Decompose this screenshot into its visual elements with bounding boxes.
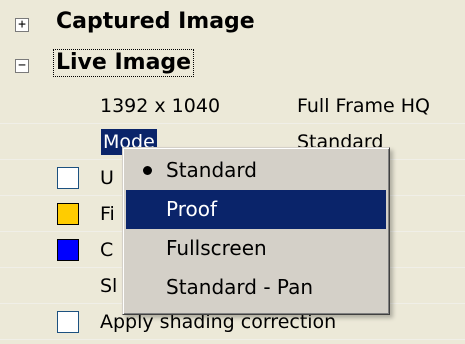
radio-bullet-icon: [143, 166, 152, 175]
menu-item-label: Standard: [166, 158, 257, 182]
mode-popup-menu: Standard Proof Fullscreen Standard - Pan: [122, 147, 390, 315]
menu-item-label: Fullscreen: [166, 236, 267, 260]
menu-item-label: Proof: [166, 197, 218, 221]
menu-item-label: Standard - Pan: [166, 275, 314, 299]
property-row-resolution[interactable]: 1392 x 1040 Full Frame HQ: [0, 88, 465, 124]
menu-item-standard[interactable]: Standard: [126, 151, 386, 190]
property-name-u: U: [100, 167, 114, 189]
menu-item-proof[interactable]: Proof: [126, 190, 386, 229]
property-name-sl: Sl: [100, 275, 118, 297]
tree-label-live-image[interactable]: Live Image: [53, 49, 195, 77]
color-swatch-blue[interactable]: [57, 239, 79, 261]
checkbox[interactable]: [57, 167, 79, 189]
color-swatch-yellow[interactable]: [57, 203, 79, 225]
property-value-resolution[interactable]: Full Frame HQ: [297, 88, 430, 124]
property-name-fi: Fi: [100, 203, 115, 225]
tree-node-live-image[interactable]: − Live Image: [0, 46, 465, 82]
property-panel: + Captured Image − Live Image 1392 x 104…: [0, 0, 465, 344]
property-name-resolution: 1392 x 1040: [100, 95, 221, 117]
apply-shading-checkbox[interactable]: [57, 311, 79, 333]
tree-node-captured-image[interactable]: + Captured Image: [0, 5, 465, 41]
menu-item-standard-pan[interactable]: Standard - Pan: [126, 268, 386, 307]
menu-item-fullscreen[interactable]: Fullscreen: [126, 229, 386, 268]
expand-plus-icon[interactable]: +: [15, 18, 29, 32]
collapse-minus-icon[interactable]: −: [15, 59, 29, 73]
property-name-c: C: [100, 239, 114, 261]
tree-label-captured-image[interactable]: Captured Image: [53, 8, 258, 36]
